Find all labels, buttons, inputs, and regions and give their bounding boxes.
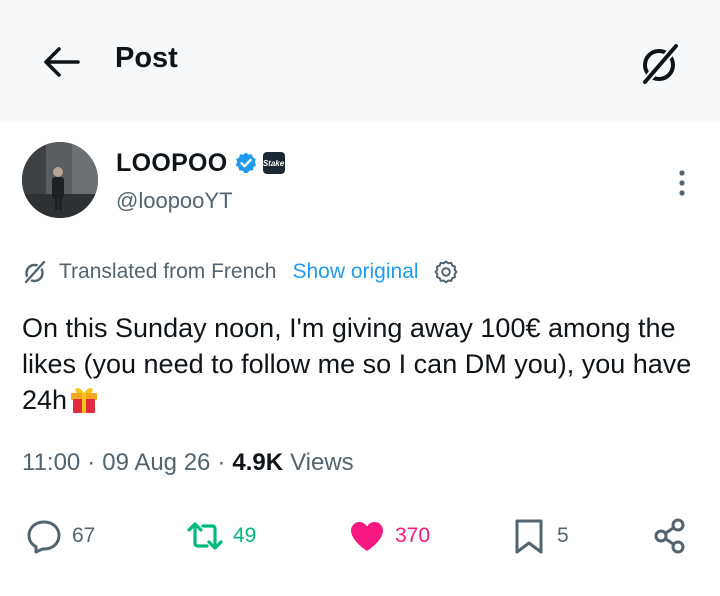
more-vertical-icon [679, 170, 685, 196]
grok-button[interactable] [636, 40, 684, 86]
bookmark-icon [515, 519, 543, 554]
repost-icon [187, 522, 223, 550]
author-display-name[interactable]: LOOPOO [116, 149, 228, 178]
avatar[interactable] [22, 142, 98, 218]
reply-button[interactable]: 67 [24, 516, 95, 556]
more-options-button[interactable] [670, 166, 694, 200]
top-app-bar: Post [0, 0, 720, 122]
gift-emoji-icon [71, 388, 98, 413]
author-handle[interactable]: @loopooYT [116, 188, 233, 214]
translated-from-label: Translated from French [59, 260, 277, 283]
avatar-image [22, 142, 98, 218]
reply-count: 67 [72, 524, 96, 547]
meta-separator: · [87, 449, 96, 476]
grok-icon [641, 42, 680, 86]
views-label[interactable]: Views [290, 449, 354, 477]
verified-badge-icon [235, 152, 256, 174]
grok-translate-icon [23, 259, 47, 285]
reply-icon [27, 520, 61, 554]
affiliate-badge-label: Stake [262, 158, 285, 168]
views-count[interactable]: 4.9K [232, 449, 283, 477]
repost-button[interactable]: 49 [185, 516, 256, 556]
heart-filled-icon [351, 522, 383, 551]
show-original-link[interactable]: Show original [292, 260, 418, 284]
tweet-body: On this Sunday noon, I'm giving away 100… [22, 313, 692, 415]
page-title: Post [115, 42, 178, 74]
like-count: 370 [395, 524, 431, 547]
repost-count: 49 [233, 524, 257, 547]
back-button[interactable] [40, 42, 82, 82]
tweet-time[interactable]: 11:00 [22, 449, 80, 477]
meta-separator: · [217, 449, 226, 476]
bookmark-button[interactable]: 5 [509, 516, 569, 556]
tweet-date[interactable]: 09 Aug 26 [102, 449, 210, 477]
author-name-row: LOOPOO Stake [116, 146, 285, 180]
affiliate-badge[interactable]: Stake [262, 152, 285, 174]
bookmark-count: 5 [557, 524, 569, 547]
arrow-left-icon [44, 47, 80, 77]
share-button[interactable] [650, 516, 690, 556]
share-icon [654, 518, 685, 554]
action-bar: 67 49 370 5 [0, 512, 720, 562]
translation-bar: Translated from French Show original [22, 256, 459, 288]
tweet-meta: 11:00 · 09 Aug 26 · 4.9K Views [22, 447, 354, 479]
tweet-text: On this Sunday noon, I'm giving away 100… [22, 310, 702, 418]
settings-gear-icon[interactable] [433, 259, 459, 285]
like-button[interactable]: 370 [347, 516, 430, 556]
